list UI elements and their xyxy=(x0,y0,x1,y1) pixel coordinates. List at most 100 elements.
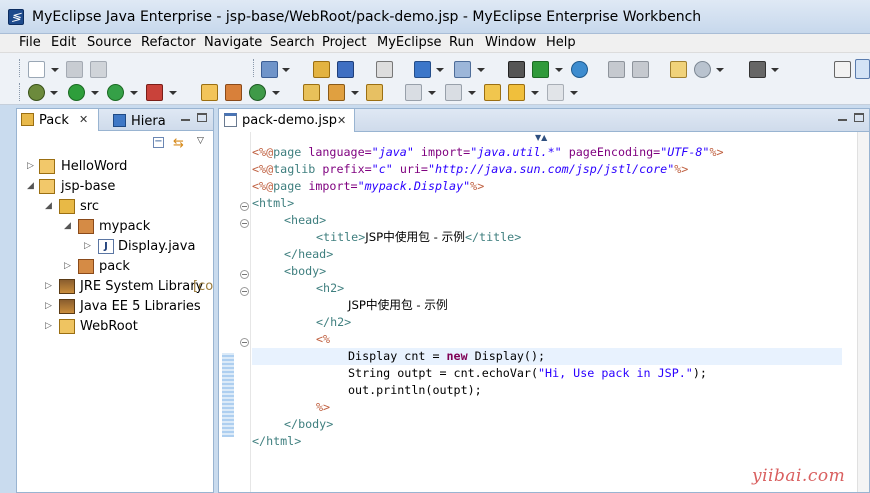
folder-icon[interactable] xyxy=(366,84,383,101)
chevron-down-icon[interactable] xyxy=(771,68,779,72)
tab-pack-demo-jsp[interactable]: pack-demo.jsp ✕ xyxy=(219,109,355,132)
chevron-down-icon[interactable] xyxy=(282,68,290,72)
expand-arrow-icon[interactable]: ▷ xyxy=(27,161,34,171)
fold-collapse-icon[interactable] xyxy=(240,202,249,211)
open-perspective-icon[interactable] xyxy=(834,61,851,78)
copy-icon[interactable] xyxy=(608,61,625,78)
toolbar-grip[interactable] xyxy=(253,59,256,77)
chevron-down-icon[interactable] xyxy=(531,91,539,95)
next-annotation-icon[interactable] xyxy=(405,84,422,101)
run-icon[interactable] xyxy=(68,84,85,101)
editor-breadcrumb-toggle-icon[interactable]: ▼▲ xyxy=(535,133,547,142)
menu-run[interactable]: Run xyxy=(449,35,474,50)
perspective-icon[interactable] xyxy=(855,59,870,79)
fold-collapse-icon[interactable] xyxy=(240,219,249,228)
paste-icon[interactable] xyxy=(632,61,649,78)
chevron-down-icon[interactable] xyxy=(91,91,99,95)
collapse-arrow-icon[interactable]: ◢ xyxy=(27,181,34,191)
menu-bar: File Edit Source Refactor Navigate Searc… xyxy=(0,34,870,53)
close-icon[interactable]: ✕ xyxy=(79,113,88,126)
chevron-down-icon[interactable] xyxy=(50,91,58,95)
chevron-down-icon[interactable] xyxy=(130,91,138,95)
chevron-down-icon[interactable] xyxy=(51,68,59,72)
new-bean-icon[interactable] xyxy=(337,61,354,78)
new-class-icon[interactable] xyxy=(249,84,266,101)
expand-arrow-icon[interactable]: ▷ xyxy=(45,281,52,291)
new-icon[interactable] xyxy=(28,61,45,78)
search-icon[interactable] xyxy=(454,61,471,78)
back-arrow-icon[interactable] xyxy=(508,84,525,101)
maximize-icon[interactable] xyxy=(197,113,207,122)
chevron-down-icon[interactable] xyxy=(477,68,485,72)
menu-source[interactable]: Source xyxy=(87,35,132,50)
tab-package-explorer[interactable]: Pack ✕ xyxy=(17,109,99,131)
code-area[interactable]: <%@page language="java" import="java.uti… xyxy=(252,144,842,464)
current-line-highlight: Display cnt = new Display(); xyxy=(252,348,842,365)
fold-collapse-icon[interactable] xyxy=(240,338,249,347)
deploy-icon[interactable] xyxy=(414,61,431,78)
expand-arrow-icon[interactable]: ▷ xyxy=(45,321,52,331)
collapse-all-icon[interactable]: − xyxy=(153,137,164,148)
fold-collapse-icon[interactable] xyxy=(240,270,249,279)
camera-icon[interactable] xyxy=(749,61,766,78)
open-type-icon[interactable] xyxy=(261,61,278,78)
menu-help[interactable]: Help xyxy=(546,35,576,50)
minimize-icon[interactable] xyxy=(181,119,190,121)
collapse-arrow-icon[interactable]: ◢ xyxy=(45,201,52,211)
network-icon[interactable] xyxy=(694,61,711,78)
save-icon[interactable] xyxy=(66,61,83,78)
tab-hierarchy[interactable]: Hiera xyxy=(113,111,171,131)
run-external-icon[interactable] xyxy=(107,84,124,101)
menu-edit[interactable]: Edit xyxy=(51,35,76,50)
chevron-down-icon[interactable] xyxy=(555,68,563,72)
minimize-icon[interactable] xyxy=(838,119,847,121)
run-server-icon[interactable] xyxy=(532,61,549,78)
server-icon[interactable] xyxy=(376,61,393,78)
browser-icon[interactable] xyxy=(571,61,588,78)
view-menu-icon[interactable]: ▽ xyxy=(197,136,204,146)
forward-arrow-icon[interactable] xyxy=(547,84,564,101)
toolbar-grip[interactable] xyxy=(19,83,22,101)
expand-arrow-icon[interactable]: ▷ xyxy=(45,301,52,311)
chevron-down-icon[interactable] xyxy=(716,68,724,72)
close-icon[interactable]: ✕ xyxy=(337,114,346,127)
edit-icon[interactable] xyxy=(328,84,345,101)
menu-navigate[interactable]: Navigate xyxy=(204,35,262,50)
link-with-editor-icon[interactable]: ⇆ xyxy=(173,136,184,151)
open-folder-icon[interactable] xyxy=(303,84,320,101)
report-icon[interactable] xyxy=(670,61,687,78)
new-java-project-icon[interactable] xyxy=(201,84,218,101)
menu-file[interactable]: File xyxy=(19,35,41,50)
expand-arrow-icon[interactable]: ▷ xyxy=(64,261,71,271)
expand-arrow-icon[interactable]: ▷ xyxy=(84,241,91,251)
menu-myeclipse[interactable]: MyEclipse xyxy=(377,35,442,50)
vertical-scrollbar[interactable] xyxy=(857,132,869,492)
code-line: <%@page import="mypack.Display"%> xyxy=(252,178,484,195)
debug-icon[interactable] xyxy=(28,84,45,101)
chevron-down-icon[interactable] xyxy=(272,91,280,95)
menu-window[interactable]: Window xyxy=(485,35,536,50)
menu-refactor[interactable]: Refactor xyxy=(141,35,196,50)
collapse-arrow-icon[interactable]: ◢ xyxy=(64,221,71,231)
chevron-down-icon[interactable] xyxy=(570,91,578,95)
external-tools-icon[interactable] xyxy=(146,84,163,101)
menu-search[interactable]: Search xyxy=(270,35,315,50)
chevron-down-icon[interactable] xyxy=(169,91,177,95)
chevron-down-icon[interactable] xyxy=(351,91,359,95)
maximize-icon[interactable] xyxy=(854,113,864,122)
menu-project[interactable]: Project xyxy=(322,35,366,50)
servers-view-icon[interactable] xyxy=(508,61,525,78)
code-token: %> xyxy=(470,179,485,193)
code-token: "Hi, Use pack in JSP." xyxy=(538,366,693,380)
print-icon[interactable] xyxy=(90,61,107,78)
last-edit-icon[interactable] xyxy=(484,84,501,101)
fold-collapse-icon[interactable] xyxy=(240,287,249,296)
prev-annotation-icon[interactable] xyxy=(445,84,462,101)
myeclipse-app-icon: ≶ xyxy=(8,9,24,25)
chevron-down-icon[interactable] xyxy=(428,91,436,95)
toolbar-grip[interactable] xyxy=(19,59,22,77)
chevron-down-icon[interactable] xyxy=(436,68,444,72)
new-package-icon[interactable] xyxy=(225,84,242,101)
chevron-down-icon[interactable] xyxy=(468,91,476,95)
new-ejb-icon[interactable] xyxy=(313,61,330,78)
